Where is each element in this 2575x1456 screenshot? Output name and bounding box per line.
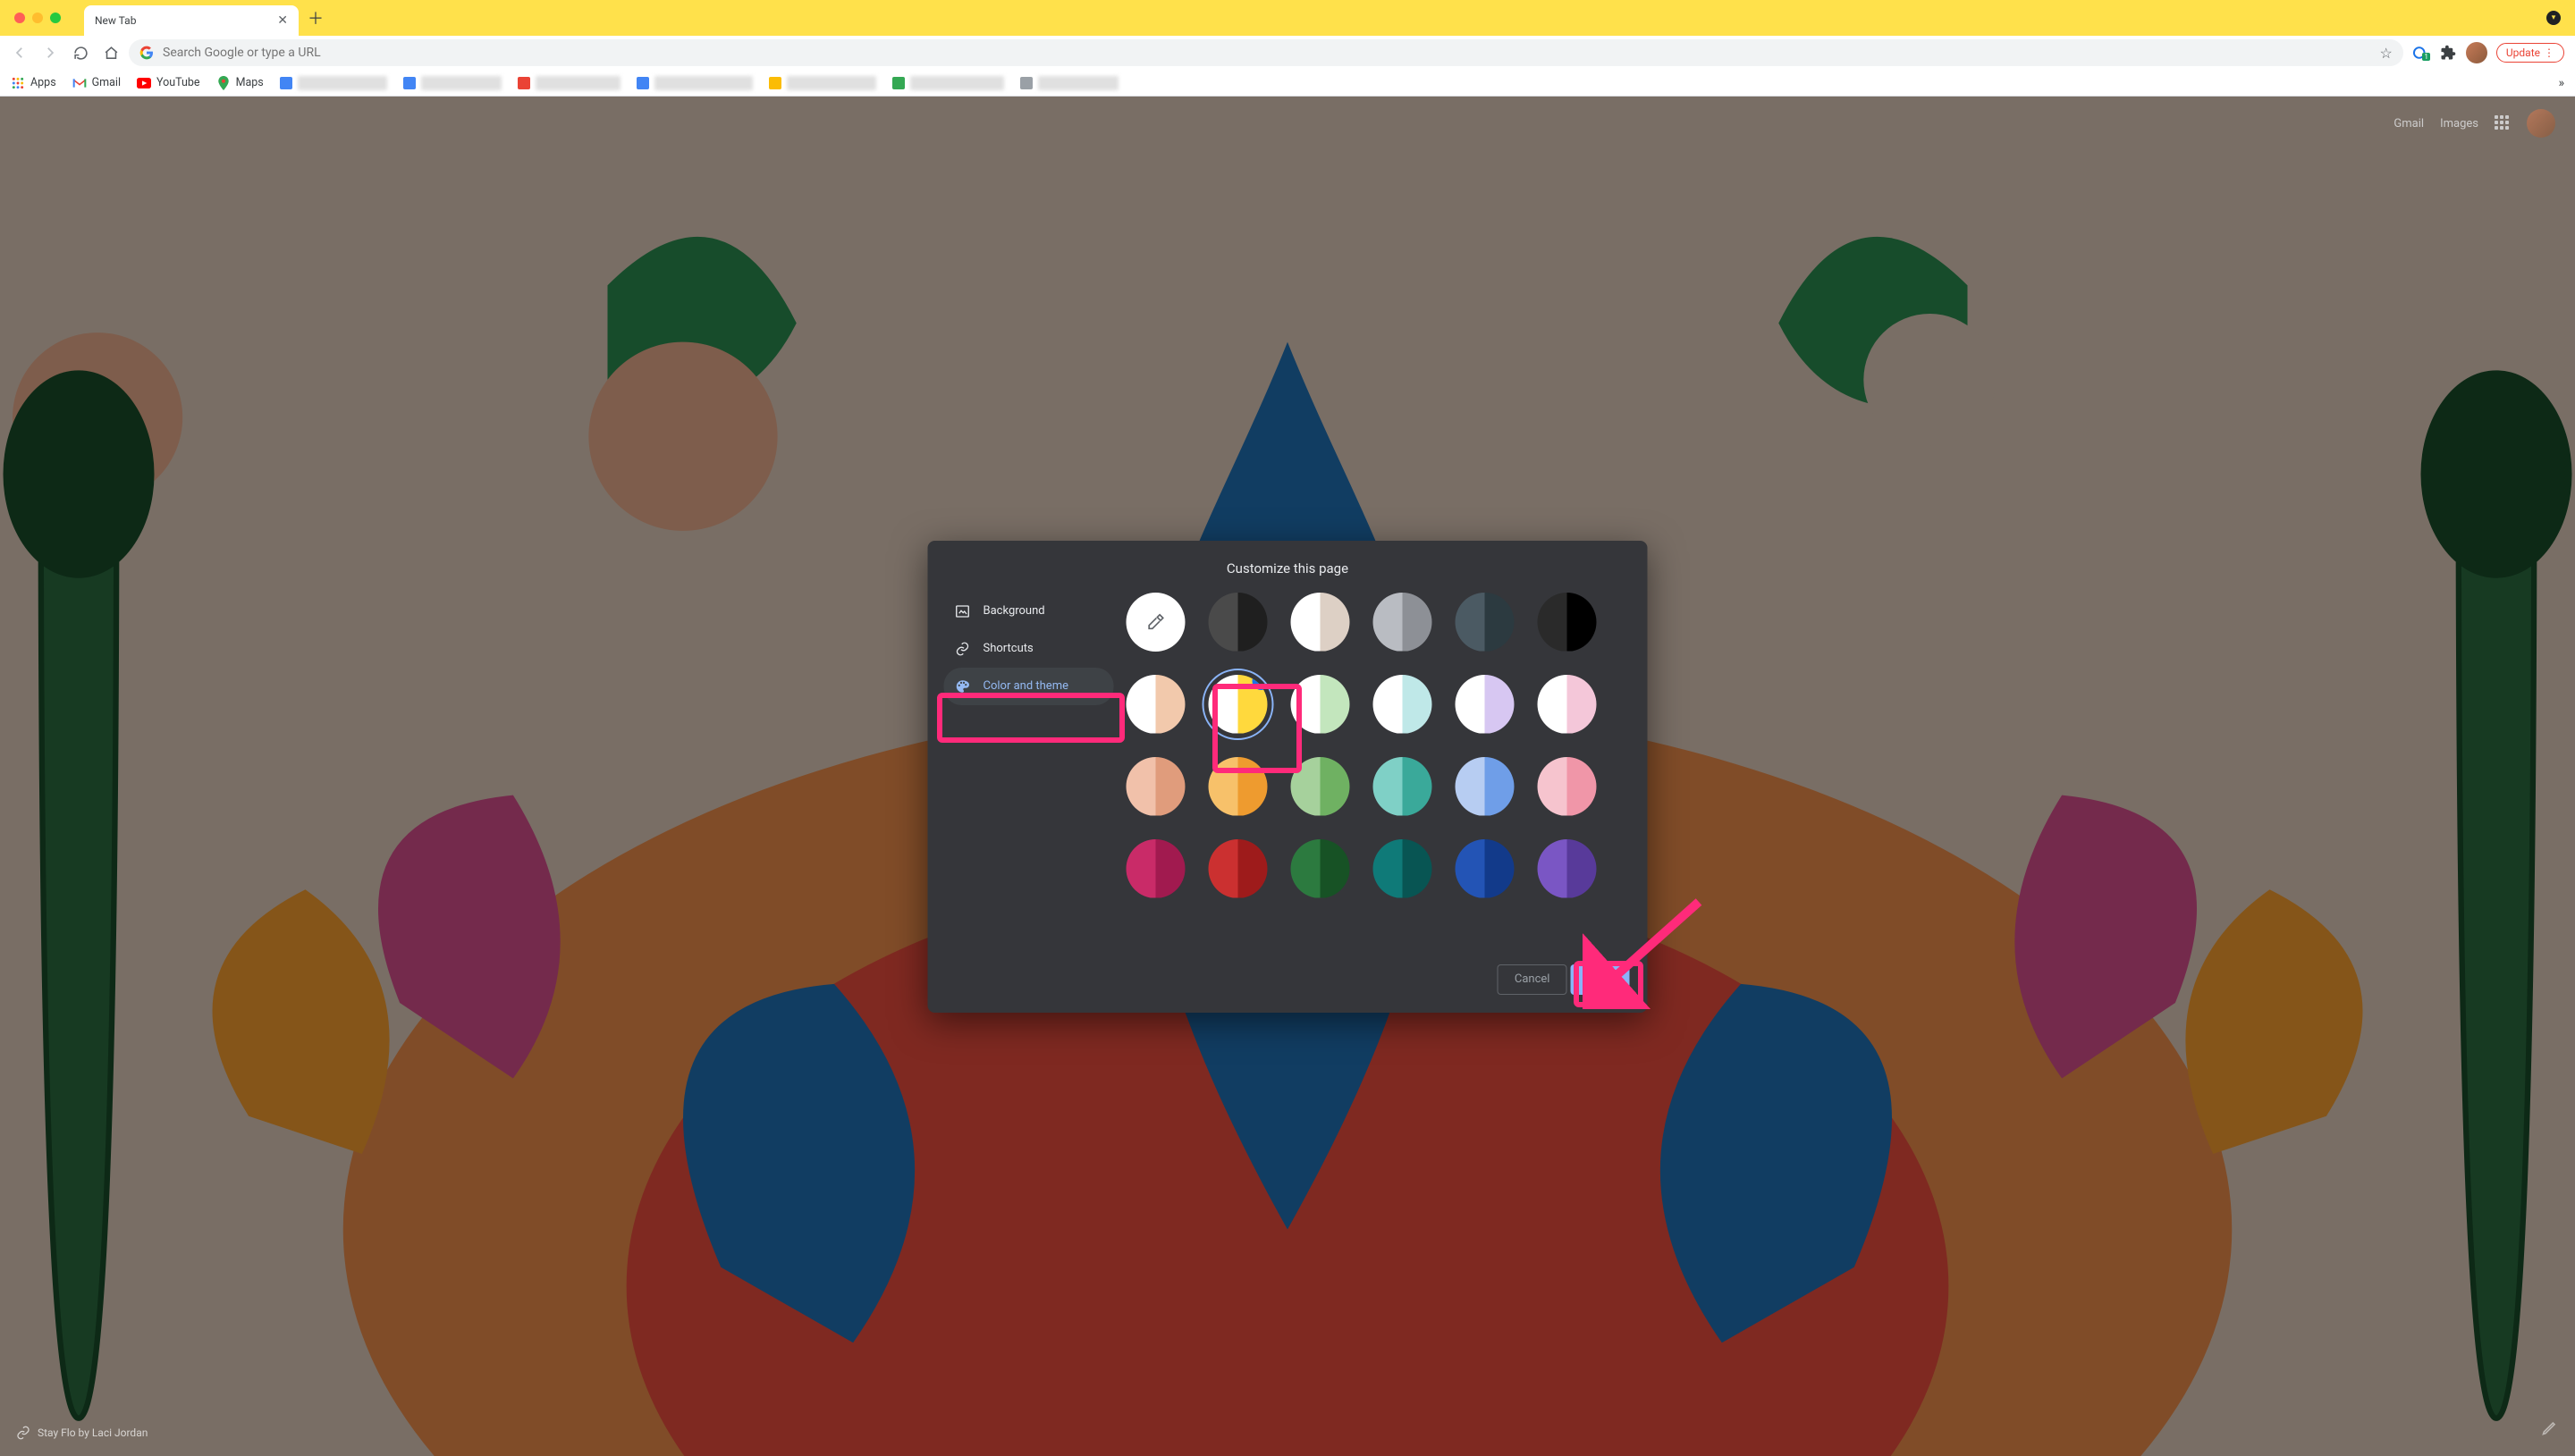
gmail-icon	[72, 76, 87, 90]
google-apps-icon[interactable]	[2495, 115, 2511, 131]
maps-icon	[216, 76, 231, 90]
maps-bookmark[interactable]: Maps	[216, 76, 264, 90]
eyedropper-icon	[1146, 612, 1166, 632]
close-window-icon[interactable]	[14, 13, 25, 23]
nav-color-theme[interactable]: Color and theme	[944, 668, 1114, 705]
customize-dialog: Customize this page Background Shortcuts…	[928, 541, 1648, 1013]
close-tab-icon[interactable]: ✕	[277, 13, 288, 28]
color-swatch-orange[interactable]	[1209, 757, 1268, 816]
bookmark-item[interactable]	[769, 76, 876, 90]
color-swatch-red[interactable]	[1209, 839, 1268, 898]
home-button[interactable]	[98, 40, 123, 65]
color-swatch-teal-dark[interactable]	[1373, 839, 1432, 898]
customize-pen-icon[interactable]	[2541, 1418, 2559, 1440]
color-swatch-aqua-soft[interactable]	[1373, 675, 1432, 734]
color-swatch-grey-dark[interactable]	[1209, 593, 1268, 652]
window-controls	[7, 13, 68, 23]
bookmark-item[interactable]	[403, 76, 502, 90]
palette-icon	[955, 678, 971, 694]
nav-shortcuts[interactable]: Shortcuts	[944, 630, 1114, 668]
color-swatch-teal[interactable]	[1373, 757, 1432, 816]
bookmark-item[interactable]	[1020, 76, 1119, 90]
color-swatch-purple[interactable]	[1538, 839, 1597, 898]
new-tab-page: Gmail Images Stay Flo by Laci Jordan Cus…	[0, 97, 2575, 1456]
bookmark-item[interactable]	[637, 76, 753, 90]
color-swatch-peach-soft[interactable]	[1127, 675, 1186, 734]
bookmarks-bar: Apps Gmail YouTube Maps »	[0, 70, 2575, 97]
link-chain-icon	[955, 641, 971, 657]
tab-title: New Tab	[95, 14, 270, 27]
bookmark-star-icon[interactable]: ☆	[2380, 45, 2393, 62]
apps-bookmark[interactable]: Apps	[11, 76, 56, 90]
apps-grid-icon	[11, 76, 25, 90]
gmail-link[interactable]: Gmail	[2393, 117, 2424, 130]
color-swatch-beige[interactable]	[1291, 593, 1350, 652]
color-swatch-blue[interactable]	[1456, 757, 1515, 816]
address-bar[interactable]: ☆	[129, 39, 2403, 66]
color-swatch-navy[interactable]	[1456, 839, 1515, 898]
extensions-puzzle-icon[interactable]	[2439, 44, 2457, 62]
nav-background[interactable]: Background	[944, 593, 1114, 630]
youtube-bookmark[interactable]: YouTube	[137, 76, 200, 90]
color-swatch-black[interactable]	[1538, 593, 1597, 652]
bookmark-item[interactable]	[518, 76, 621, 90]
browser-tab[interactable]: New Tab ✕	[84, 5, 299, 36]
gmail-bookmark[interactable]: Gmail	[72, 76, 121, 90]
back-button[interactable]	[7, 40, 32, 65]
minimize-window-icon[interactable]	[32, 13, 43, 23]
bookmark-item[interactable]	[892, 76, 1004, 90]
bookmark-item[interactable]	[280, 76, 387, 90]
color-swatch-pink[interactable]	[1538, 757, 1597, 816]
google-icon	[139, 46, 154, 60]
window-titlebar: New Tab ✕ ＋ ▾	[0, 0, 2575, 36]
update-button[interactable]: Update⋮	[2496, 43, 2564, 63]
tab-dropdown-icon[interactable]: ▾	[2546, 11, 2561, 25]
dialog-sidebar: Background Shortcuts Color and theme	[935, 587, 1123, 952]
profile-avatar[interactable]	[2466, 42, 2487, 63]
color-swatch-slate[interactable]	[1456, 593, 1515, 652]
cancel-button[interactable]: Cancel	[1498, 964, 1567, 995]
browser-toolbar: ☆ 1 Update⋮	[0, 36, 2575, 70]
color-swatch-lavender[interactable]	[1456, 675, 1515, 734]
forward-button[interactable]	[38, 40, 63, 65]
images-link[interactable]: Images	[2440, 117, 2478, 130]
color-swatch-custom[interactable]	[1127, 593, 1186, 652]
dialog-title: Customize this page	[928, 541, 1648, 587]
link-icon	[16, 1426, 30, 1440]
wallpaper-attribution: Stay Flo by Laci Jordan	[16, 1426, 148, 1440]
youtube-icon	[137, 76, 151, 90]
bookmarks-overflow-icon[interactable]: »	[2558, 76, 2564, 90]
extension-icon[interactable]: 1	[2412, 44, 2430, 62]
reload-button[interactable]	[68, 40, 93, 65]
color-swatch-green[interactable]	[1291, 757, 1350, 816]
dialog-footer: Cancel Done	[928, 952, 1648, 1013]
color-theme-panel: ✓	[1123, 587, 1630, 952]
color-swatch-cool-grey[interactable]	[1373, 593, 1432, 652]
check-icon: ✓	[1253, 675, 1268, 690]
titlebar-right: ▾	[2546, 11, 2568, 25]
new-tab-button[interactable]: ＋	[308, 6, 324, 29]
color-swatch-yellow[interactable]: ✓	[1209, 675, 1268, 734]
color-swatch-mint[interactable]	[1291, 675, 1350, 734]
color-swatch-blush[interactable]	[1538, 675, 1597, 734]
image-icon	[955, 603, 971, 619]
maximize-window-icon[interactable]	[50, 13, 61, 23]
search-input[interactable]	[163, 46, 2371, 60]
color-swatch-forest[interactable]	[1291, 839, 1350, 898]
color-swatch-peach[interactable]	[1127, 757, 1186, 816]
ntp-header: Gmail Images	[2393, 109, 2555, 138]
color-grid: ✓	[1127, 593, 1626, 898]
done-button[interactable]: Done	[1570, 964, 1629, 995]
account-avatar[interactable]	[2527, 109, 2555, 138]
color-swatch-magenta[interactable]	[1127, 839, 1186, 898]
